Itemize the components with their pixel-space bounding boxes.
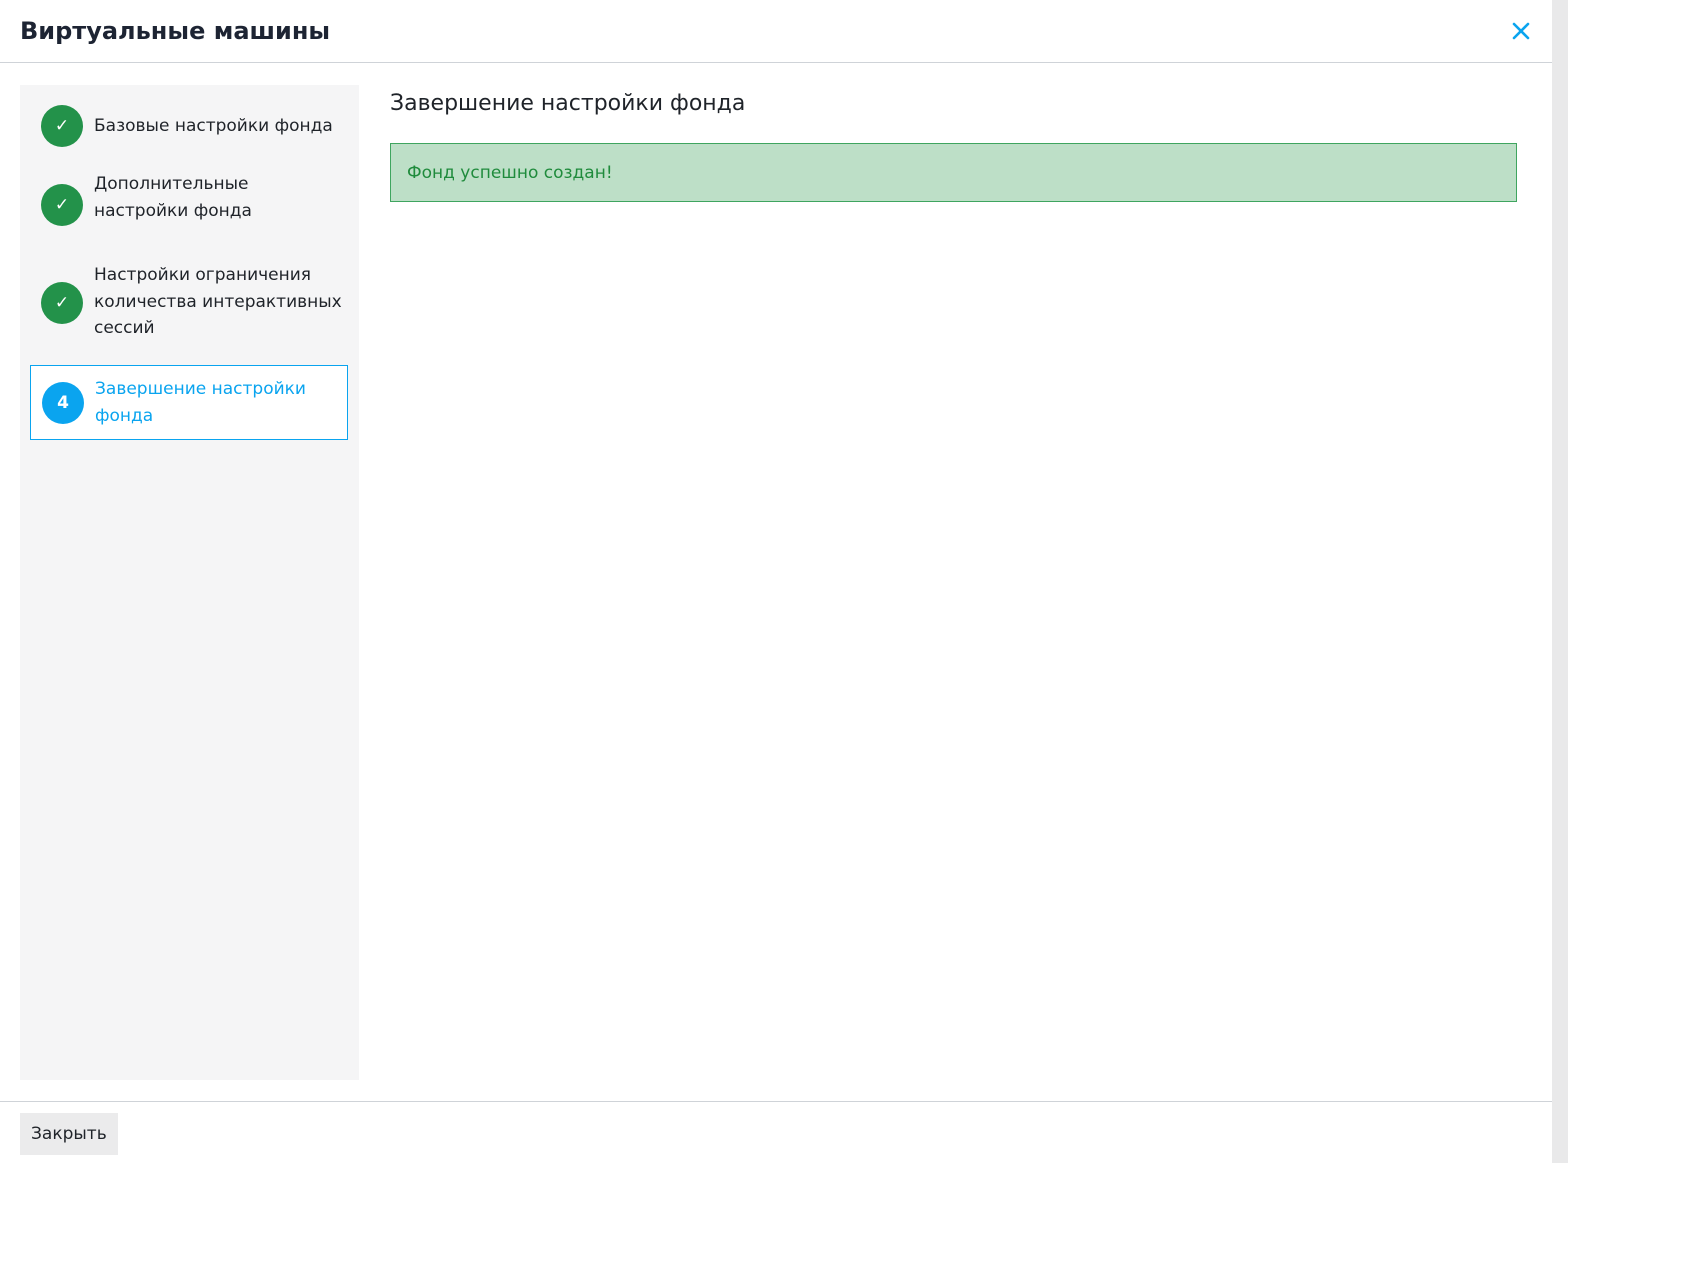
wizard-step-label: Завершение настройки фонда xyxy=(95,379,306,426)
dialog-footer: Закрыть xyxy=(0,1101,1552,1164)
wizard-step-basic-settings[interactable]: ✓ Базовые настройки фонда xyxy=(30,105,348,147)
success-alert: Фонд успешно создан! xyxy=(390,143,1517,202)
success-alert-text: Фонд успешно создан! xyxy=(407,163,613,183)
check-icon: ✓ xyxy=(41,105,83,147)
page-title: Завершение настройки фонда xyxy=(390,91,746,116)
check-icon: ✓ xyxy=(41,282,83,324)
wizard-step-additional-settings[interactable]: ✓ Дополнительные настройки фонда xyxy=(30,174,348,228)
close-button[interactable]: Закрыть xyxy=(20,1113,118,1155)
wizard-step-label: Дополнительные настройки фонда xyxy=(94,174,252,221)
wizard-dialog: Виртуальные машины ✓ Базовые настройки ф… xyxy=(0,0,1552,1163)
wizard-step-label: Настройки ограничения количества интерак… xyxy=(94,265,342,338)
scrollbar-track[interactable] xyxy=(1552,0,1568,1163)
check-icon: ✓ xyxy=(41,184,83,226)
wizard-steps-sidebar: ✓ Базовые настройки фонда ✓ Дополнительн… xyxy=(20,85,359,1080)
dialog-title: Виртуальные машины xyxy=(20,17,331,45)
wizard-step-finish[interactable]: 4 Завершение настройки фонда xyxy=(30,365,348,440)
step-number-badge: 4 xyxy=(42,382,84,424)
dialog-header: Виртуальные машины xyxy=(0,0,1552,63)
wizard-step-label: Базовые настройки фонда xyxy=(94,116,333,136)
wizard-step-session-limits[interactable]: ✓ Настройки ограничения количества интер… xyxy=(30,265,348,338)
close-icon[interactable] xyxy=(1506,16,1536,46)
